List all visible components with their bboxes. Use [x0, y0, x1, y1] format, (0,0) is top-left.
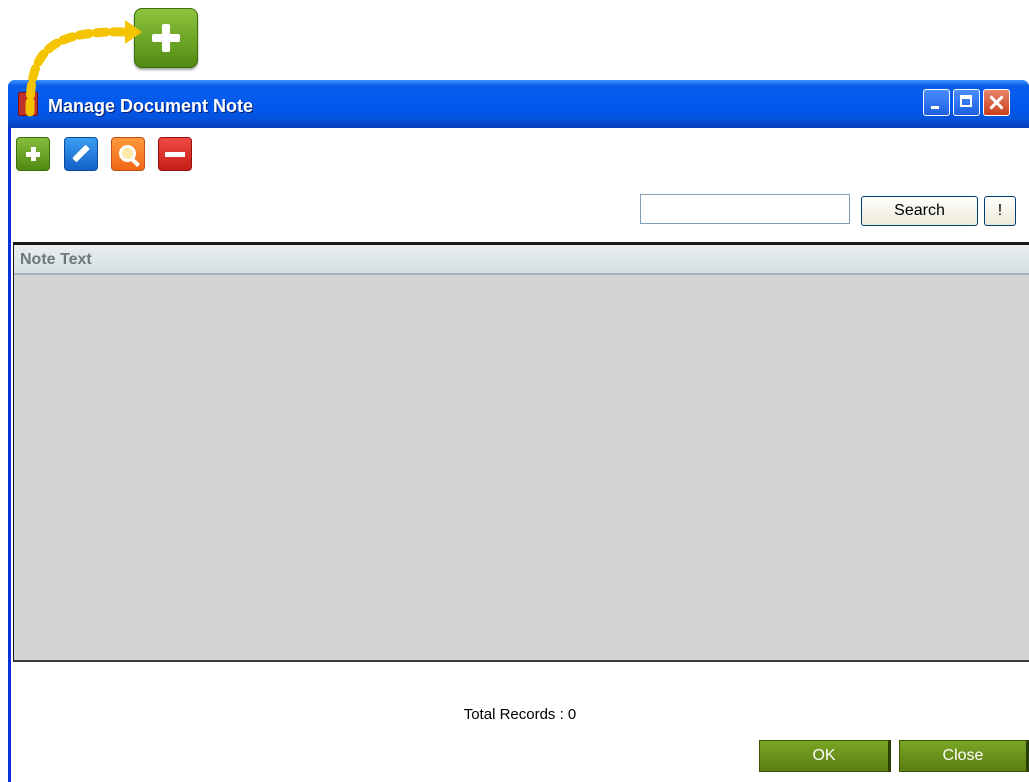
clear-search-button[interactable]: !: [984, 196, 1016, 226]
maximize-button[interactable]: [953, 89, 980, 116]
grid-header: Note Text: [14, 245, 1029, 275]
delete-note-button[interactable]: [158, 137, 192, 171]
total-records: Total Records : 0: [463, 706, 577, 723]
callout-plus-icon: [134, 8, 198, 68]
edit-note-button[interactable]: [64, 137, 98, 171]
notes-grid: Note Text: [13, 242, 1029, 662]
manage-document-note-window: Manage Document Note Search ! Note Text …: [8, 80, 1029, 782]
search-button[interactable]: Search: [861, 196, 978, 226]
column-note-text[interactable]: Note Text: [20, 251, 92, 269]
title-bar: Manage Document Note: [8, 80, 1029, 128]
app-icon: [18, 92, 38, 116]
window-client-area: Search ! Note Text Total Records : 0 OK …: [11, 128, 1029, 782]
ok-button[interactable]: OK: [759, 740, 891, 772]
search-input[interactable]: [640, 194, 850, 224]
view-note-button[interactable]: [111, 137, 145, 171]
minimize-button[interactable]: [923, 89, 950, 116]
add-note-button[interactable]: [16, 137, 50, 171]
window-title: Manage Document Note: [48, 96, 254, 116]
close-window-button[interactable]: [983, 89, 1010, 116]
close-button[interactable]: Close: [899, 740, 1029, 772]
